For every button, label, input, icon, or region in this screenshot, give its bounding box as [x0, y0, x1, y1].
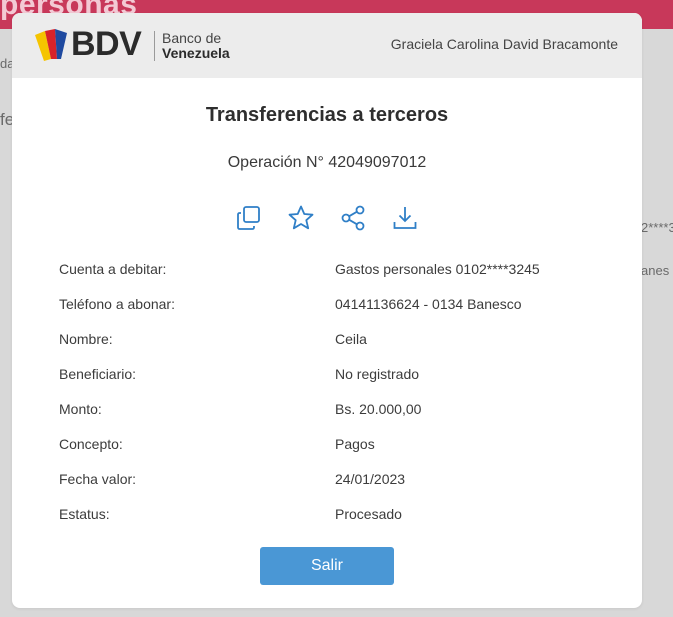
- detail-value: Gastos personales 0102****3245: [335, 261, 540, 277]
- detail-row: Cuenta a debitar: Gastos personales 0102…: [59, 259, 619, 294]
- detail-label: Teléfono a abonar:: [59, 296, 175, 312]
- transfer-details: Cuenta a debitar: Gastos personales 0102…: [59, 259, 619, 539]
- detail-row: Concepto: Pagos: [59, 434, 619, 469]
- receipt-actions: [234, 203, 424, 233]
- brand-subtitle-line1: Banco de: [162, 30, 222, 46]
- star-icon: [288, 205, 314, 230]
- copy-icon: [237, 206, 260, 230]
- download-button[interactable]: [390, 203, 420, 233]
- brand-subtitle-line2: Venezuela: [162, 45, 230, 61]
- bdv-logo: BDV Banco de Venezuela: [35, 25, 250, 65]
- detail-row: Beneficiario: No registrado: [59, 364, 619, 399]
- detail-row: Nombre: Ceila: [59, 329, 619, 364]
- detail-label: Cuenta a debitar:: [59, 261, 167, 277]
- share-icon: [341, 205, 365, 231]
- detail-label: Beneficiario:: [59, 366, 137, 382]
- share-button[interactable]: [338, 203, 368, 233]
- user-name: Graciela Carolina David Bracamonte: [390, 36, 618, 52]
- modal-header: BDV Banco de Venezuela Graciela Carolina…: [12, 13, 642, 78]
- detail-value: Pagos: [335, 436, 375, 452]
- detail-value: No registrado: [335, 366, 420, 382]
- exit-button[interactable]: Salir: [260, 547, 394, 585]
- transfer-receipt-modal: BDV Banco de Venezuela Graciela Carolina…: [12, 13, 642, 608]
- detail-label: Concepto:: [59, 436, 123, 452]
- operation-number: Operación N° 42049097012: [227, 154, 427, 171]
- background-text-fragment: anes: [641, 263, 670, 278]
- logo-divider: [154, 31, 155, 61]
- download-icon: [393, 207, 417, 229]
- favorite-button[interactable]: [286, 203, 316, 233]
- detail-label: Fecha valor:: [59, 471, 137, 487]
- detail-value: 04141136624 - 0134 Banesco: [335, 296, 522, 312]
- brand-name: BDV: [71, 25, 142, 63]
- detail-row: Teléfono a abonar: 04141136624 - 0134 Ba…: [59, 294, 619, 329]
- copy-button[interactable]: [234, 203, 264, 233]
- detail-label: Monto:: [59, 401, 102, 417]
- bdv-logo-mark: [35, 29, 67, 61]
- detail-value: Ceila: [335, 331, 367, 347]
- detail-label: Nombre:: [59, 331, 113, 347]
- detail-row: Monto: Bs. 20.000,00: [59, 399, 619, 434]
- detail-value: 24/01/2023: [335, 471, 406, 487]
- detail-row: Fecha valor: 24/01/2023: [59, 469, 619, 504]
- detail-row: Estatus: Procesado: [59, 504, 619, 539]
- background-text-fragment: 2****3: [641, 220, 673, 235]
- detail-value: Procesado: [335, 506, 402, 522]
- modal-title: Transferencias a terceros: [205, 104, 449, 126]
- detail-label: Estatus:: [59, 506, 110, 522]
- detail-value: Bs. 20.000,00: [335, 401, 422, 417]
